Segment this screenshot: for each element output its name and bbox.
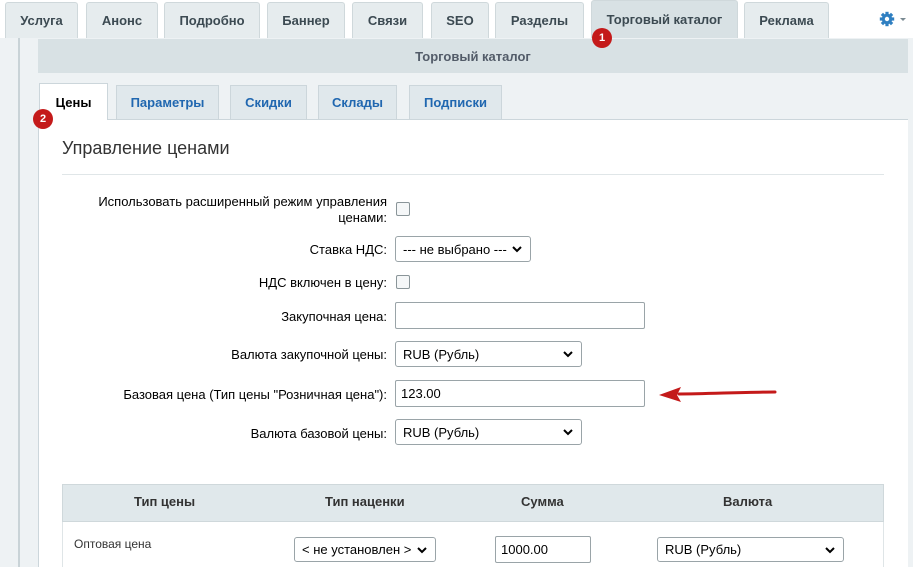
purchase-currency-value: RUB (Рубль)	[403, 346, 480, 362]
tab-sections[interactable]: Разделы	[495, 2, 584, 38]
annotation-badge-1: 1	[592, 28, 612, 48]
purchase-currency-label: Валюта закупочной цены:	[231, 347, 387, 362]
extended-mode-label-line2: ценами:	[338, 210, 387, 225]
base-currency-select[interactable]: RUB (Рубль)	[395, 419, 582, 445]
tab-trade-catalog[interactable]: Торговый каталог	[591, 0, 738, 38]
tab-seo[interactable]: SEO	[431, 2, 489, 38]
purchase-price-input[interactable]	[395, 302, 645, 329]
tab-banner[interactable]: Баннер	[267, 2, 345, 38]
row-currency-value: RUB (Рубль)	[665, 542, 742, 557]
gear-icon[interactable]	[878, 9, 908, 29]
base-price-label: Базовая цена (Тип цены "Розничная цена")…	[123, 387, 387, 402]
chevron-down-icon	[563, 351, 573, 358]
extended-mode-label-line1: Использовать расширенный режим управлени…	[98, 194, 387, 209]
chevron-down-icon	[825, 547, 835, 554]
chevron-down-icon	[512, 246, 522, 253]
col-header-markup-type: Тип наценки	[325, 494, 405, 509]
purchase-currency-select[interactable]: RUB (Рубль)	[395, 341, 582, 367]
tab-announce[interactable]: Анонс	[86, 2, 158, 38]
top-tab-bar: Услуга Анонс Подробно Баннер Связи SEO Р…	[0, 0, 913, 38]
vat-included-checkbox[interactable]	[396, 275, 410, 289]
tab-advertising[interactable]: Реклама	[744, 2, 829, 38]
subtab-warehouses[interactable]: Склады	[318, 85, 397, 119]
subtab-discounts[interactable]: Скидки	[230, 85, 307, 119]
base-price-input[interactable]: 123.00	[395, 380, 645, 407]
section-header: Торговый каталог	[38, 39, 908, 73]
tab-links[interactable]: Связи	[352, 2, 423, 38]
vat-rate-select[interactable]: --- не выбрано ---	[395, 236, 531, 262]
col-header-price-type: Тип цены	[134, 494, 196, 509]
col-header-amount: Сумма	[521, 494, 564, 509]
vat-rate-label: Ставка НДС:	[309, 242, 387, 257]
row-amount-input[interactable]: 1000.00	[495, 536, 591, 563]
base-currency-label: Валюта базовой цены:	[250, 426, 387, 441]
chevron-down-icon	[417, 547, 427, 554]
divider	[62, 174, 884, 175]
tab-details[interactable]: Подробно	[164, 2, 260, 38]
annotation-badge-2: 2	[33, 109, 53, 129]
subtab-parameters[interactable]: Параметры	[116, 85, 219, 119]
vat-rate-value: --- не выбрано ---	[403, 241, 507, 257]
row-price-type: Оптовая цена	[74, 537, 152, 551]
base-currency-value: RUB (Рубль)	[403, 424, 480, 440]
chevron-down-icon	[563, 429, 573, 436]
vat-included-label: НДС включен в цену:	[258, 275, 387, 290]
row-markup-type-select[interactable]: < не установлен >	[294, 537, 436, 562]
row-markup-type-value: < не установлен >	[302, 542, 412, 557]
purchase-price-label: Закупочная цена:	[281, 309, 387, 324]
tab-service[interactable]: Услуга	[5, 2, 78, 38]
extended-mode-label: Использовать расширенный режим управлени…	[62, 194, 387, 226]
col-header-currency: Валюта	[723, 494, 773, 509]
extended-mode-checkbox[interactable]	[396, 202, 410, 216]
row-currency-select[interactable]: RUB (Рубль)	[657, 537, 844, 562]
red-arrow-icon	[659, 387, 777, 402]
price-management-title: Управление ценами	[62, 138, 230, 158]
subtab-subscriptions[interactable]: Подписки	[409, 85, 502, 119]
frame-right	[908, 38, 913, 567]
